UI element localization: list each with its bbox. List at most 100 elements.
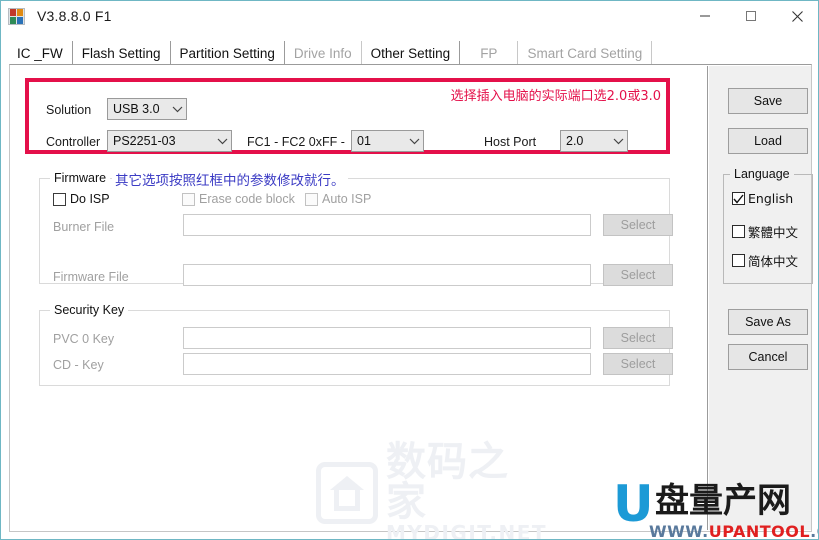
mydigit-watermark: 数码之家 MYDIGIT.NET [316,442,546,539]
burner-file-input[interactable] [183,214,591,236]
button-label: Cancel [748,350,788,364]
solution-label: Solution [46,103,92,117]
brand-url-text: WWW.UPANTOOL.COM [649,522,818,540]
language-group: Language English 繁體中文 简体中文 [723,167,813,284]
firmware-file-select-button: Select [603,264,673,286]
checkbox-box [732,225,745,238]
firmware-file-label: Firmware File [53,270,129,284]
tab-label: Drive Info [293,45,352,61]
checkbox-box [53,192,66,206]
action-sidebar: Save Load Language English 繁體中文 简体中文 Sav… [709,66,813,530]
firmware-file-input[interactable] [183,264,591,286]
host-port-value: 2.0 [566,134,584,148]
tab-bar: IC _FW Flash Setting Partition Setting D… [9,39,812,65]
burner-file-select-button: Select [603,214,673,236]
firmware-group-legend: Firmware [50,171,111,185]
tab-flash-setting[interactable]: Flash Setting [73,41,171,65]
cancel-button[interactable]: Cancel [728,344,808,370]
host-port-select[interactable]: 2.0 [560,130,628,152]
language-group-legend: Language [730,167,794,181]
button-label: Select [620,331,656,345]
house-logo-icon [316,462,378,524]
checkbox-box [732,254,745,267]
solution-select[interactable]: USB 3.0 [107,98,187,120]
auto-isp-checkbox: Auto ISP [305,192,371,206]
close-icon[interactable] [774,1,818,31]
maximize-icon[interactable] [728,1,774,31]
language-option-english[interactable]: English [732,191,793,206]
checkbox-box [305,192,318,206]
checkbox-box [732,192,745,205]
security-key-group: Security Key PVC 0 Key Select CD - Key S… [39,303,673,386]
brand-chinese-text: 盘量产网 [655,481,791,521]
checkbox-box [182,192,195,206]
save-as-button[interactable]: Save As [728,309,808,335]
tab-other-setting[interactable]: Other Setting [362,41,461,65]
pvc-key-select-button: Select [603,327,673,349]
tab-label: Other Setting [370,45,451,61]
host-port-label: Host Port [484,135,537,149]
chevron-down-icon [609,131,627,151]
load-button[interactable]: Load [728,128,808,154]
upantool-brand-logo: U 盘量产网 WWW.UPANTOOL.COM [613,475,818,540]
erase-code-block-label: Erase code block [199,192,295,206]
tab-label: FP [480,45,498,61]
brand-url-suffix: .COM [810,522,818,540]
tab-fp: FP [460,41,519,65]
button-label: Select [620,357,656,371]
chevron-down-icon [168,99,186,119]
cd-key-select-button: Select [603,353,673,375]
check-icon [733,193,744,208]
language-label: 简体中文 [748,254,799,269]
cd-key-input[interactable] [183,353,591,375]
tab-page: 选择插入电脑的实际端口选2.0或3.0 Solution USB 3.0 Con… [9,64,813,539]
title-bar: V3.8.8.0 F1 [1,1,818,31]
pvc-key-label: PVC 0 Key [53,332,115,346]
tab-label: Partition Setting [179,45,275,61]
language-option-simplified-chinese[interactable]: 简体中文 [732,251,798,270]
chevron-down-icon [405,131,423,151]
language-label: 繁體中文 [748,225,799,240]
tab-smart-card-setting: Smart Card Setting [518,41,653,65]
button-label: Select [620,268,656,282]
port-annotation-text: 选择插入电脑的实际端口选2.0或3.0 [450,89,661,104]
button-label: Load [754,134,782,148]
controller-select[interactable]: PS2251-03 [107,130,232,152]
do-isp-checkbox[interactable]: Do ISP [53,192,110,206]
pvc-key-input[interactable] [183,327,591,349]
window-title: V3.8.8.0 F1 [37,8,112,24]
controller-label: Controller [46,135,101,149]
button-label: Save [753,94,783,108]
application-window: V3.8.8.0 F1 IC _FW Flash Setting Partiti… [0,0,819,540]
tab-label: IC _FW [17,45,63,61]
firmware-annotation-text: 其它选项按照红框中的参数修改就行。 [112,169,348,189]
button-label: Select [620,218,656,232]
fc-value-select[interactable]: 01 [351,130,424,152]
connection-settings-group: 选择插入电脑的实际端口选2.0或3.0 Solution USB 3.0 Con… [25,78,670,154]
solution-value: USB 3.0 [113,102,160,116]
controller-value: PS2251-03 [113,134,176,148]
watermark-domain-text: MYDIGIT.NET [386,521,548,540]
language-option-traditional-chinese[interactable]: 繁體中文 [732,222,798,241]
button-label: Save As [745,315,791,329]
watermark-chinese-text: 数码之家 [386,439,509,525]
security-key-group-legend: Security Key [50,303,129,317]
tab-partition-setting[interactable]: Partition Setting [171,41,285,65]
brand-u-letter: U [613,475,654,533]
fc-range-label: FC1 - FC2 0xFF - [247,135,345,149]
tab-drive-info: Drive Info [285,41,362,65]
app-blocks-icon [8,7,25,25]
language-label: English [748,191,794,206]
tab-ic-fw[interactable]: IC _FW [9,41,73,65]
chevron-down-icon [213,131,231,151]
burner-file-label: Burner File [53,220,115,234]
tab-label: Smart Card Setting [527,45,643,61]
firmware-group: Firmware 其它选项按照红框中的参数修改就行。 Do ISP Erase … [39,169,673,286]
brand-url-name: UPANTOOL [708,522,811,540]
do-isp-label: Do ISP [70,192,110,206]
save-button[interactable]: Save [728,88,808,114]
minimize-icon[interactable] [682,1,728,31]
window-controls [682,1,818,31]
erase-code-block-checkbox: Erase code block [182,192,295,206]
auto-isp-label: Auto ISP [322,192,372,206]
